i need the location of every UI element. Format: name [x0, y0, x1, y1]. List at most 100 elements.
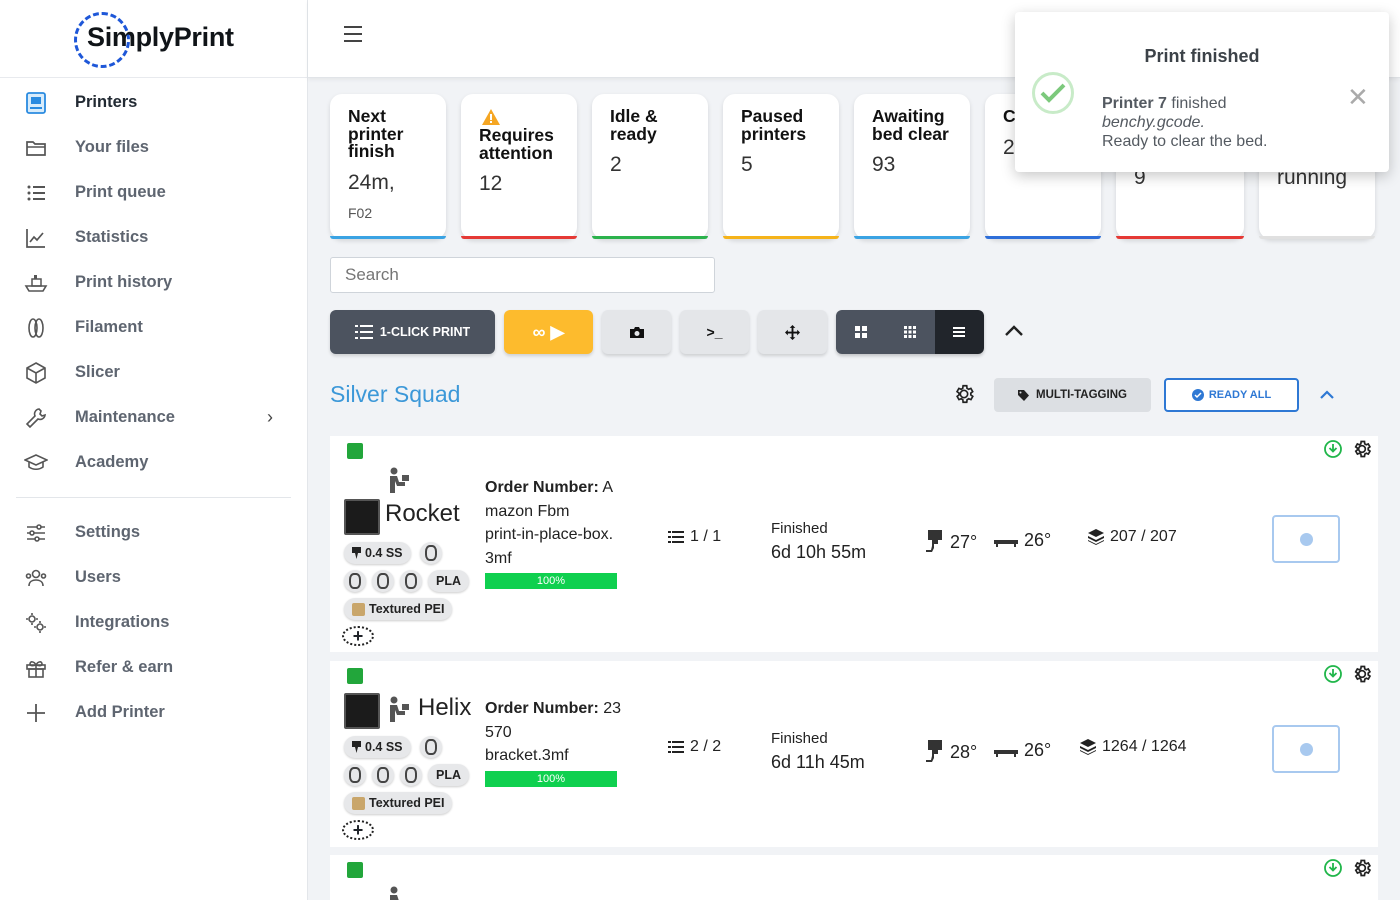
material-label: PLA	[436, 768, 461, 782]
material-chip[interactable]: PLA	[428, 570, 469, 592]
order-label: Order Number:	[485, 479, 599, 496]
ready-all-button[interactable]: READY ALL	[1164, 378, 1299, 412]
row-actions	[1324, 664, 1372, 684]
sidebar-item-settings[interactable]: Settings	[0, 510, 307, 555]
sidebar-item-print-history[interactable]: Print history	[0, 260, 307, 305]
small-grid-icon	[903, 326, 916, 338]
printer-row[interactable]: Rocket 0.4 SS PLA Textured PEI + Order N…	[330, 436, 1378, 652]
printer-settings-gear-icon[interactable]	[1352, 664, 1372, 684]
stat-card-idle-ready[interactable]: Idle & ready 2	[592, 94, 708, 239]
sidebar-item-label: Refer & earn	[75, 658, 174, 676]
sidebar-item-your-files[interactable]: Your files	[0, 125, 307, 170]
bed-chip[interactable]: Textured PEI	[344, 598, 453, 620]
add-tag-button[interactable]: +	[342, 626, 374, 646]
group-title[interactable]: Silver Squad	[330, 381, 460, 408]
filament-spool-icon[interactable]	[372, 570, 394, 592]
search-input[interactable]	[330, 257, 715, 293]
bed-temperature: 26°	[994, 530, 1051, 551]
one-click-print-button[interactable]: 1-CLICK PRINT	[330, 310, 495, 354]
printer-settings-gear-icon[interactable]	[1352, 439, 1372, 459]
printer-icon	[26, 91, 46, 114]
download-circle-icon[interactable]	[1324, 440, 1342, 458]
filament-spool-icon[interactable]	[400, 764, 422, 786]
bed-chip[interactable]: Textured PEI	[344, 792, 453, 814]
camera-button[interactable]	[602, 310, 671, 354]
queue-count[interactable]: 1 / 1	[668, 528, 721, 546]
stat-card-requires-attention[interactable]: Requires attention 12	[461, 94, 577, 239]
nozzle-chip[interactable]: 0.4 SS	[344, 542, 411, 564]
bed-label: Textured PEI	[369, 602, 445, 616]
notification-toast: Print finished Printer 7 finished benchy…	[1015, 12, 1389, 172]
download-circle-icon[interactable]	[1324, 859, 1342, 877]
nozzle-icon	[352, 741, 361, 753]
filament-spool-icon[interactable]	[420, 542, 442, 564]
printer-name[interactable]: Helix	[418, 694, 471, 722]
nozzle-temperature: 27°	[924, 530, 977, 554]
confirm-dot-icon	[1299, 742, 1313, 756]
gift-icon	[26, 660, 46, 678]
printer-name[interactable]: Rocket	[385, 500, 460, 528]
stat-card-awaiting-bed-clear[interactable]: Awaiting bed clear 93	[854, 94, 970, 239]
move-icon	[785, 324, 800, 340]
infinite-print-button[interactable]: ∞ ▶	[504, 310, 593, 354]
printer-row[interactable]	[330, 855, 1378, 900]
nozzle-chip[interactable]: 0.4 SS	[344, 736, 411, 758]
queue-count[interactable]: 2 / 2	[668, 738, 721, 756]
sidebar-item-slicer[interactable]: Slicer	[0, 350, 307, 395]
sidebar-item-add-printer[interactable]: Add Printer	[0, 690, 307, 735]
printer-row[interactable]: Helix 0.4 SS PLA Textured PEI + Order Nu…	[330, 661, 1378, 847]
job-line: bracket.3mf	[485, 747, 569, 764]
queue-list-icon	[354, 325, 373, 339]
filament-spool-icon[interactable]	[344, 570, 366, 592]
terminal-button[interactable]: >_	[680, 310, 749, 354]
print-time: 6d 10h 55m	[771, 542, 867, 562]
nozzle-icon	[352, 547, 361, 559]
stat-value: 2	[610, 153, 622, 176]
sidebar-item-maintenance[interactable]: Maintenance ›	[0, 395, 307, 440]
plus-icon	[27, 703, 45, 722]
material-chip[interactable]: PLA	[428, 764, 469, 786]
clear-bed-button[interactable]	[1272, 515, 1340, 563]
sidebar-item-printers[interactable]: Printers	[0, 80, 307, 125]
multi-tagging-button[interactable]: MULTI-TAGGING	[994, 378, 1151, 412]
sidebar-item-label: Maintenance	[75, 408, 175, 426]
stat-card-paused[interactable]: Paused printers 5	[723, 94, 839, 239]
toast-detail: Ready to clear the bed.	[1102, 133, 1268, 150]
main-nav: Printers Your files Print queue Statisti…	[0, 80, 307, 485]
close-icon[interactable]: ✕	[1347, 82, 1369, 113]
collapse-toolbar-icon[interactable]	[1004, 323, 1024, 337]
clear-bed-button[interactable]	[1272, 725, 1340, 773]
sidebar-item-integrations[interactable]: Integrations	[0, 600, 307, 645]
sidebar-item-print-queue[interactable]: Print queue	[0, 170, 307, 215]
move-button[interactable]	[758, 310, 827, 354]
filament-spool-icon[interactable]	[372, 764, 394, 786]
queue-value: 1 / 1	[690, 528, 722, 545]
filament-spool-icon[interactable]	[400, 570, 422, 592]
add-tag-button[interactable]: +	[342, 820, 374, 840]
nozzle-temperature: 28°	[924, 740, 977, 764]
sidebar-item-statistics[interactable]: Statistics	[0, 215, 307, 260]
job-info: Order Number: A mazon Fbm print-in-place…	[485, 476, 625, 570]
sidebar-item-users[interactable]: Users	[0, 555, 307, 600]
download-circle-icon[interactable]	[1324, 665, 1342, 683]
warning-icon	[482, 109, 500, 125]
large-grid-view-button[interactable]	[836, 310, 886, 354]
list-view-button[interactable]	[934, 310, 984, 354]
sidebar-item-filament[interactable]: Filament	[0, 305, 307, 350]
secondary-nav: Settings Users Integrations Refer & earn…	[0, 510, 307, 735]
tags-icon	[1018, 389, 1030, 401]
logo[interactable]: SimplyPrint	[0, 0, 307, 78]
stat-title: Awaiting bed clear	[872, 106, 949, 144]
small-grid-view-button[interactable]	[885, 310, 935, 354]
group-settings-gear-icon[interactable]	[953, 383, 975, 405]
stat-card-next-finish[interactable]: Next printer finish 24m, F02	[330, 94, 446, 239]
sidebar-item-refer-earn[interactable]: Refer & earn	[0, 645, 307, 690]
filament-spool-icon[interactable]	[344, 764, 366, 786]
hamburger-menu-icon[interactable]	[344, 26, 362, 47]
filament-spool-icon[interactable]	[420, 736, 442, 758]
collapse-group-icon[interactable]	[1319, 389, 1335, 400]
stat-title: Idle & ready	[610, 106, 658, 144]
sidebar-item-academy[interactable]: Academy	[0, 440, 307, 485]
printer-settings-gear-icon[interactable]	[1352, 858, 1372, 878]
job-line: mazon Fbm	[485, 502, 570, 520]
